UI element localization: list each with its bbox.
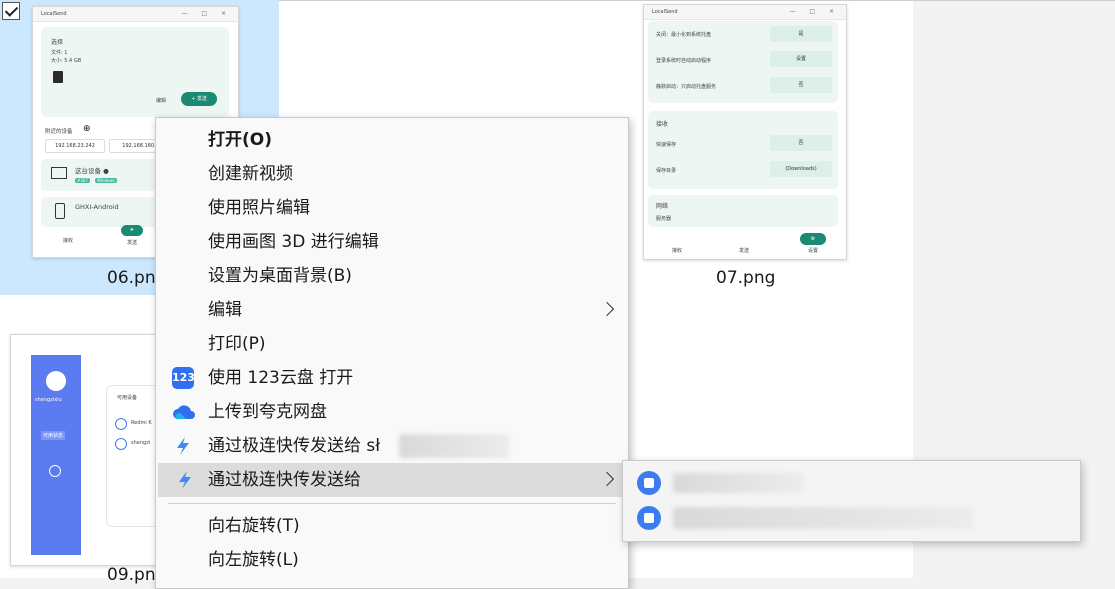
menu-item-new-video[interactable]: 创建新视频 bbox=[156, 157, 628, 191]
context-menu: 打开(O) 创建新视频 使用照片编辑 使用画图 3D 进行编辑 设置为桌面背景(… bbox=[155, 117, 629, 589]
lightning-icon bbox=[174, 469, 196, 491]
redacted-text bbox=[673, 507, 973, 529]
phone-icon bbox=[55, 203, 65, 219]
menu-item-open-123[interactable]: 123 使用 123云盘 打开 bbox=[156, 361, 628, 395]
menu-item-send-fast[interactable]: 通过极连快传发送给 bbox=[158, 463, 626, 497]
menu-separator bbox=[168, 503, 616, 504]
menu-item-paint3d[interactable]: 使用画图 3D 进行编辑 bbox=[156, 225, 628, 259]
thumb-titlebar: LocalSend — □ × bbox=[33, 7, 238, 22]
thumb-select-card: 选择 文件: 1 大小: 5.4 GB 编辑 + 发送 bbox=[41, 27, 229, 117]
file-icon bbox=[53, 71, 63, 83]
settings-nav-icon: ⚙ bbox=[800, 233, 826, 245]
submenu-item-device-1[interactable] bbox=[623, 467, 1080, 499]
submenu-item-device-2[interactable] bbox=[623, 501, 1080, 535]
menu-item-edit[interactable]: 编辑 bbox=[156, 293, 628, 327]
file-name-07: 07.png bbox=[716, 268, 776, 288]
menu-item-send-fast-contact[interactable]: 通过极连快传发送给 sł bbox=[156, 429, 628, 463]
avatar bbox=[46, 371, 66, 391]
selection-checkbox[interactable] bbox=[2, 2, 20, 20]
menu-item-rotate-right[interactable]: 向右旋转(T) bbox=[156, 509, 628, 543]
send-nav-icon: ➤ bbox=[121, 225, 143, 236]
search-icon: ⊕ bbox=[83, 124, 91, 134]
redacted-text bbox=[399, 434, 509, 458]
thumbnail-07[interactable]: LocalSend — □ × 关闭：最小化到系统托盘 是 登录系统时自动启动程序… bbox=[643, 4, 847, 260]
thumb-titlebar: LocalSend — □ × bbox=[644, 5, 846, 20]
cloud-123-icon: 123 bbox=[172, 367, 195, 389]
menu-item-wallpaper[interactable]: 设置为桌面背景(B) bbox=[156, 259, 628, 293]
device-icon bbox=[115, 418, 127, 430]
quark-cloud-icon bbox=[172, 401, 195, 423]
chevron-right-icon bbox=[599, 471, 615, 487]
settings-icon bbox=[49, 465, 61, 477]
send-fast-submenu bbox=[622, 460, 1081, 542]
laptop-icon bbox=[51, 167, 67, 179]
menu-item-print[interactable]: 打印(P) bbox=[156, 327, 628, 361]
redacted-text bbox=[673, 473, 803, 493]
chevron-right-icon bbox=[599, 301, 615, 317]
device-icon bbox=[115, 438, 127, 450]
windows-device-icon bbox=[637, 471, 661, 495]
menu-item-upload-quark[interactable]: 上传到夸克网盘 bbox=[156, 395, 628, 429]
menu-item-photo-edit[interactable]: 使用照片编辑 bbox=[156, 191, 628, 225]
android-device-icon bbox=[637, 506, 661, 530]
lightning-icon bbox=[172, 435, 194, 457]
menu-item-rotate-left[interactable]: 向左旋转(L) bbox=[156, 543, 628, 577]
menu-item-open[interactable]: 打开(O) bbox=[156, 123, 628, 157]
thumb-sidebar: shengzixiu 可用状态 bbox=[31, 355, 81, 555]
